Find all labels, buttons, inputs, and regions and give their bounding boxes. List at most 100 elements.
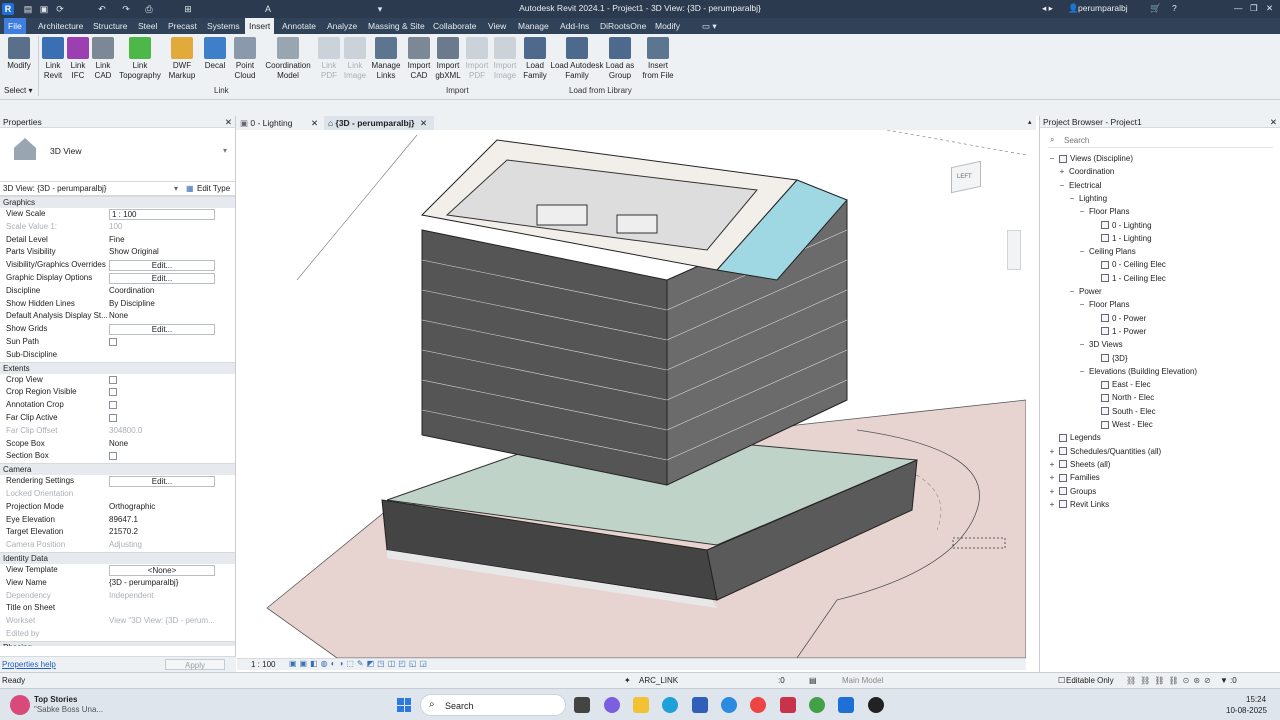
browser-icon[interactable] (721, 697, 737, 713)
expand-icon[interactable]: + (1058, 167, 1066, 176)
collapse-icon[interactable]: − (1078, 340, 1086, 349)
link-image-button[interactable]: Link Image (342, 36, 368, 96)
user-icon[interactable]: 👤 (1068, 3, 1079, 14)
tree-node[interactable]: 1 - Ceiling Elec (1090, 274, 1166, 283)
property-checkbox[interactable] (109, 452, 117, 461)
collapse-icon[interactable]: − (1058, 181, 1066, 190)
collapse-icon[interactable]: − (1078, 207, 1086, 216)
help-icon[interactable]: ? (1172, 3, 1177, 13)
restore-icon[interactable]: ❐ (1250, 3, 1258, 14)
clock-date[interactable]: 10-08-2025 (1226, 706, 1267, 715)
start-icon[interactable] (397, 698, 411, 712)
tree-node[interactable]: + Groups (1048, 487, 1097, 496)
file-explorer-icon[interactable] (633, 697, 649, 713)
property-checkbox[interactable] (109, 401, 117, 410)
dwf-markup-button[interactable]: DWF Markup (165, 36, 199, 96)
section-header[interactable]: Camera (0, 463, 235, 476)
tree-node[interactable]: 0 - Power (1090, 314, 1146, 323)
cart-icon[interactable]: 🛒 (1150, 3, 1161, 14)
property-edit-button[interactable]: Edit... (109, 324, 215, 336)
insert-from-file-button[interactable]: Insert from File (640, 36, 676, 96)
tree-node[interactable]: 1 - Power (1090, 327, 1146, 336)
section-header[interactable]: Graphics (0, 196, 235, 208)
view-scale-label[interactable]: 1 : 100 (251, 660, 275, 669)
tree-node[interactable]: Legends (1048, 433, 1101, 442)
property-value[interactable]: Coordination (107, 285, 235, 298)
tab-manage[interactable]: Manage (514, 18, 553, 34)
apply-button[interactable]: Apply (165, 659, 225, 670)
tree-node[interactable]: + Schedules/Quantities (all) (1048, 447, 1162, 456)
tree-node[interactable]: + Revit Links (1048, 500, 1109, 509)
active-workset[interactable]: ARC_LINK (639, 676, 678, 685)
tab-steel[interactable]: Steel (134, 18, 161, 34)
selection-filter-icons[interactable]: ⛓⛓⛓⛓⊙⊛⊘ (1126, 676, 1215, 685)
3d-canvas[interactable]: LEFT (237, 130, 1026, 658)
copilot-icon[interactable] (604, 697, 620, 713)
tree-node[interactable]: West - Elec (1090, 420, 1153, 429)
tree-node[interactable]: − Floor Plans (1078, 207, 1130, 216)
close-tab-icon[interactable]: ✕ (311, 116, 318, 130)
select-dropdown[interactable]: Select ▾ (4, 86, 32, 95)
tree-node[interactable]: − Floor Plans (1078, 300, 1130, 309)
property-edit-button[interactable]: <None> (109, 564, 215, 576)
edit-type-button[interactable]: Edit Type (197, 182, 230, 196)
link-revit-button[interactable]: Link Revit (40, 36, 66, 96)
tree-node[interactable]: East - Elec (1090, 380, 1151, 389)
link-ifc-button[interactable]: Link IFC (67, 36, 89, 96)
tree-node[interactable]: − Elevations (Building Elevation) (1078, 367, 1197, 376)
tab-architecture[interactable]: Architecture (34, 18, 87, 34)
tab-menu-icon[interactable]: ▴ (1028, 116, 1032, 130)
view-controls-icons[interactable]: ▣▣◧◍◐◑⬚✎◩◳◫◰◱◲ (289, 659, 430, 668)
collapse-icon[interactable]: − (1078, 247, 1086, 256)
property-value[interactable]: None (107, 438, 235, 451)
tree-node[interactable]: {3D} (1090, 354, 1128, 363)
recorder-icon[interactable] (868, 697, 884, 713)
section-header[interactable]: Phasing (0, 640, 235, 646)
type-selector[interactable]: 3D View ▾ (0, 128, 235, 182)
property-edit-button[interactable]: Edit... (109, 260, 215, 272)
tree-node[interactable]: + Sheets (all) (1048, 460, 1111, 469)
property-value[interactable]: None (107, 310, 235, 323)
tree-node[interactable]: + Families (1048, 473, 1100, 482)
browser-search-input[interactable] (1064, 134, 1264, 147)
property-value[interactable]: Fine (107, 234, 235, 247)
property-value[interactable]: By Discipline (107, 298, 235, 311)
property-value[interactable]: 21570.2 (107, 526, 235, 539)
expand-icon[interactable]: + (1048, 473, 1056, 482)
type-dropdown-icon[interactable]: ▾ (223, 146, 227, 155)
news-title[interactable]: Top Stories (34, 695, 77, 704)
expand-icon[interactable]: + (1048, 447, 1056, 456)
import-image-button[interactable]: Import Image (491, 36, 519, 96)
tab-modify[interactable]: Modify (651, 18, 684, 34)
tree-node[interactable]: − Ceiling Plans (1078, 247, 1136, 256)
property-checkbox[interactable] (109, 375, 117, 384)
tree-node[interactable]: − Electrical (1058, 181, 1102, 190)
task-view-icon[interactable] (574, 697, 590, 713)
coordination-model-button[interactable]: Coordination Model (262, 36, 314, 96)
navigation-arrows-icon[interactable]: ◂ ▸ (1042, 3, 1053, 14)
tab-collaborate[interactable]: Collaborate (429, 18, 480, 34)
property-checkbox[interactable] (109, 413, 117, 422)
expand-icon[interactable]: + (1048, 487, 1056, 496)
tab-annotate[interactable]: Annotate (278, 18, 320, 34)
instance-selector[interactable]: 3D View: {3D - perumparalbj} (3, 182, 106, 196)
close-active-tab-icon[interactable]: ✕ (420, 116, 427, 130)
collapse-icon[interactable]: − (1048, 154, 1056, 163)
store-icon[interactable] (692, 697, 708, 713)
editable-only-checkbox[interactable]: ☐ (1058, 676, 1065, 685)
user-name[interactable]: perumparalbj (1078, 3, 1128, 13)
expand-icon[interactable]: + (1048, 500, 1056, 509)
load-family-button[interactable]: Load Family (520, 36, 550, 96)
tab-view[interactable]: View (484, 18, 510, 34)
link-topography-button[interactable]: Link Topography (117, 36, 163, 96)
chrome-profile-icon[interactable] (809, 697, 825, 713)
manage-links-button[interactable]: Manage Links (370, 36, 402, 96)
browser-search[interactable]: ⌕ (1048, 134, 1273, 148)
navigation-bar[interactable] (1007, 230, 1021, 270)
instance-dropdown-icon[interactable]: ▾ (174, 182, 178, 196)
tab-massing-site[interactable]: Massing & Site (364, 18, 429, 34)
tab-systems[interactable]: Systems (203, 18, 244, 34)
section-header[interactable]: Identity Data (0, 551, 235, 564)
collapse-icon[interactable]: − (1078, 367, 1086, 376)
tab-analyze[interactable]: Analyze (323, 18, 361, 34)
